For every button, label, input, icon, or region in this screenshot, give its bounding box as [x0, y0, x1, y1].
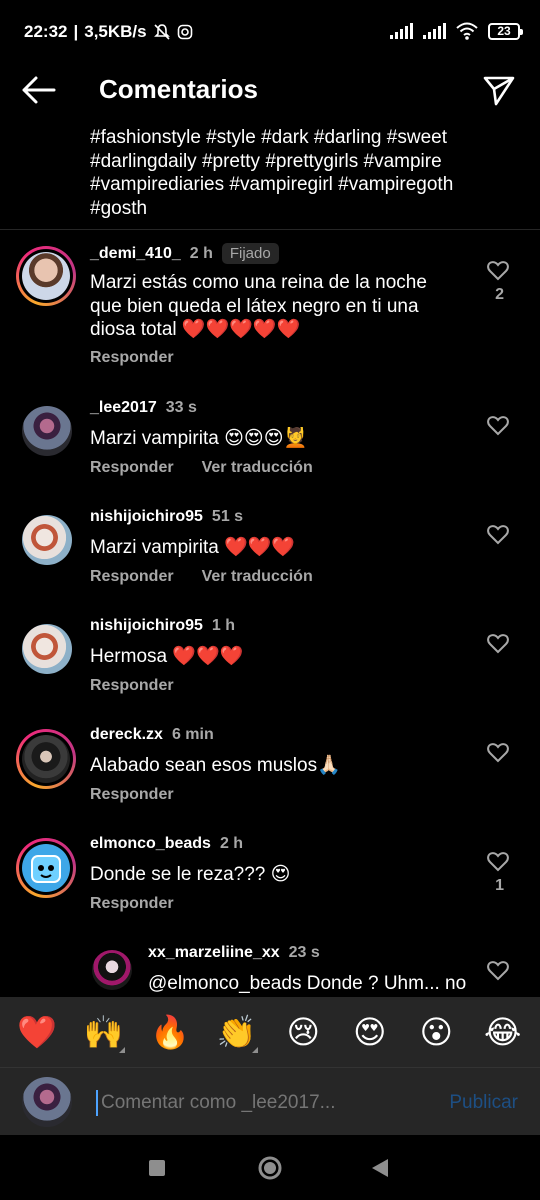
emoji-laughing-button[interactable]: 😂 — [480, 1013, 526, 1051]
variant-indicator-icon — [118, 1047, 125, 1053]
comment-text: Marzi estás como una reina de la noche q… — [90, 272, 427, 340]
comment-username[interactable]: nishijoichiro95 — [90, 617, 203, 635]
comment-username[interactable]: dereck.zx — [90, 726, 163, 744]
comment-time: 1 h — [211, 617, 236, 634]
emoji-crying-button[interactable]: 😢 — [280, 1013, 326, 1051]
avatar[interactable] — [22, 624, 72, 674]
emoji-clap-button[interactable]: 👏 — [214, 1013, 260, 1053]
recents-square-icon[interactable] — [149, 1160, 165, 1176]
like-heart-icon[interactable] — [486, 958, 510, 982]
emoji-heart-button[interactable]: ❤️ — [14, 1013, 60, 1051]
publish-button[interactable]: Publicar — [449, 1092, 518, 1114]
emoji-heart-eyes-button[interactable]: 😍 — [347, 1013, 393, 1051]
comment-text: Marzi vampirita ❤️❤️❤️ — [90, 537, 296, 558]
comment-text: Alabado sean esos muslos🙏🏻 — [90, 755, 341, 776]
comment-time: 6 min — [171, 726, 214, 743]
quick-emoji-bar: ❤️ 🙌 🔥 👏 😢 😍 😮 😂 — [0, 997, 540, 1067]
emoji-raised-hands-button[interactable]: 🙌 — [81, 1013, 127, 1053]
header: Comentarios — [0, 62, 540, 118]
signal-icon — [390, 23, 413, 39]
comment-username[interactable]: xx_marzeliine_xx — [148, 944, 280, 962]
signal-icon-2 — [423, 23, 446, 39]
status-bar: 22:32 | 3,5KB/s 23 — [0, 0, 540, 62]
variant-indicator-icon — [251, 1047, 258, 1053]
comment-time: 51 s — [211, 508, 244, 525]
reply-button[interactable]: Responder — [90, 349, 174, 367]
like-heart-icon[interactable] — [486, 631, 510, 655]
avatar[interactable] — [16, 729, 76, 789]
divider — [0, 229, 540, 230]
like-count: 1 — [495, 877, 504, 894]
comment-username[interactable]: nishijoichiro95 — [90, 508, 203, 526]
translate-button[interactable]: Ver traducción — [202, 568, 313, 586]
reply-button[interactable]: Responder — [90, 568, 174, 586]
avatar[interactable] — [92, 950, 132, 990]
comment-time: 33 s — [165, 399, 197, 416]
reply-button[interactable]: Responder — [90, 895, 174, 913]
post-caption: #fashionstyle #style #dark #darling #swe… — [90, 127, 454, 219]
back-arrow-icon[interactable] — [20, 74, 56, 106]
pinned-badge: Fijado — [221, 243, 279, 264]
network-speed: 3,5KB/s — [84, 22, 147, 41]
comment-time: 2 h — [219, 835, 244, 852]
comment-input[interactable] — [96, 1090, 426, 1116]
avatar[interactable] — [22, 515, 72, 565]
share-icon[interactable] — [482, 74, 516, 106]
system-nav-bar — [0, 1135, 540, 1200]
home-circle-icon[interactable] — [257, 1155, 283, 1181]
comment-username[interactable]: _demi_410_ — [90, 245, 181, 263]
cartoon-face-icon — [31, 855, 61, 883]
avatar[interactable] — [16, 838, 76, 898]
comment-composer: Publicar — [0, 1067, 540, 1135]
status-time: 22:32 — [24, 22, 68, 41]
emoji-surprised-button[interactable]: 😮 — [413, 1013, 459, 1051]
emoji-label: 🙌 — [83, 1014, 124, 1050]
reply-button[interactable]: Responder — [90, 677, 174, 695]
like-heart-icon[interactable] — [486, 522, 510, 546]
battery-indicator: 23 — [488, 22, 523, 40]
like-heart-icon[interactable] — [486, 258, 510, 282]
page-title: Comentarios — [99, 74, 258, 104]
comment-text: Marzi vampirita 😍😍😍💆 — [90, 428, 308, 449]
reply-button[interactable]: Responder — [90, 786, 174, 804]
like-heart-icon[interactable] — [486, 413, 510, 437]
comment-time: 23 s — [288, 944, 320, 961]
comment-time: 2 h — [189, 244, 213, 262]
comment-username[interactable]: elmonco_beads — [90, 835, 211, 853]
like-heart-icon[interactable] — [486, 740, 510, 764]
avatar[interactable] — [22, 406, 72, 456]
emoji-fire-button[interactable]: 🔥 — [147, 1013, 193, 1051]
translate-button[interactable]: Ver traducción — [202, 459, 313, 477]
instagram-icon — [177, 24, 192, 40]
mute-bell-icon — [153, 24, 170, 40]
comment-text: Donde se le reza??? 😍 — [90, 864, 291, 885]
back-triangle-icon[interactable] — [372, 1159, 388, 1177]
comment-text: Hermosa ❤️❤️❤️ — [90, 646, 244, 667]
user-avatar — [22, 1077, 72, 1127]
reply-comment-item: xx_marzeliine_xx 23 s @elmonco_beads Don… — [0, 944, 540, 997]
emoji-label: 👏 — [216, 1014, 257, 1050]
wifi-icon — [456, 22, 478, 40]
comment-username[interactable]: _lee2017 — [90, 399, 157, 417]
like-count: 2 — [495, 286, 504, 303]
like-heart-icon[interactable] — [486, 849, 510, 873]
reply-button[interactable]: Responder — [90, 459, 174, 477]
comment-text: @elmonco_beads Donde ? Uhm... no — [148, 973, 467, 994]
avatar[interactable] — [16, 246, 76, 306]
